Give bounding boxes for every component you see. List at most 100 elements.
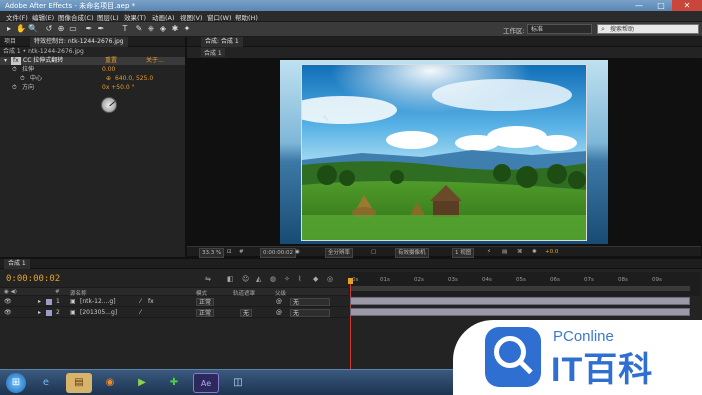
brainstorm-icon[interactable]: ✧ — [284, 275, 290, 283]
tab-project[interactable]: 项目 — [0, 37, 20, 47]
camera-select[interactable]: 有效摄像机 — [395, 248, 429, 258]
expand-icon[interactable]: ▸ — [38, 309, 41, 317]
keyframe-icon[interactable]: ◆ — [313, 275, 318, 283]
media-player-icon[interactable]: ▶ — [132, 373, 152, 393]
security-app-icon[interactable]: ✚ — [164, 373, 184, 393]
stopwatch-icon[interactable]: ⏱ — [20, 75, 25, 83]
layer-mode-select[interactable]: 正常 — [196, 309, 215, 317]
layer-name[interactable]: [201305...g] — [80, 309, 117, 317]
visibility-eye-icon[interactable]: 👁 — [4, 309, 12, 317]
pen-tool-icon[interactable]: ✒ — [84, 24, 94, 34]
help-search-input[interactable]: ⌕ 搜索帮助 — [597, 24, 699, 34]
menu-layer[interactable]: 图层(L) — [97, 12, 119, 22]
column-parent[interactable]: 父级 — [275, 289, 286, 297]
switch-fx-icon[interactable]: fx — [148, 298, 154, 306]
reset-link[interactable]: 重置 — [105, 57, 117, 65]
menu-help[interactable]: 帮助(H) — [235, 12, 258, 22]
resolution-select[interactable]: 全分辨率 — [325, 248, 354, 258]
roto-tool-icon[interactable]: ✱ — [170, 24, 180, 34]
auto-keyframe-icon[interactable]: ◎ — [327, 275, 333, 283]
layer-duration-bar[interactable] — [350, 308, 690, 316]
close-button[interactable]: ✕ — [672, 0, 702, 11]
layer-mode-select[interactable]: 正常 — [196, 298, 215, 306]
maximize-button[interactable]: □ — [650, 0, 672, 11]
prop-value[interactable]: 640.0, 525.0 — [115, 75, 153, 83]
menu-composition[interactable]: 图像合成(C) — [58, 12, 94, 22]
stopwatch-icon[interactable]: ⏱ — [12, 66, 17, 74]
label-color-swatch[interactable] — [46, 310, 52, 316]
stopwatch-icon[interactable]: ⏱ — [12, 84, 17, 92]
minimize-button[interactable]: — — [628, 0, 650, 11]
fit-icon[interactable]: ⊡ — [227, 248, 232, 256]
column-mode[interactable]: 模式 — [196, 289, 207, 297]
switch-shy-icon[interactable]: ⁄ — [140, 298, 141, 306]
after-effects-icon[interactable]: Ae — [193, 373, 219, 393]
layer-row[interactable]: 👁 ▸ 1 ▣ [ntk-12....g] ⁄ fx 正常 @ 无 — [0, 297, 348, 307]
rotate-tool-icon[interactable]: ↺ — [44, 24, 54, 34]
text-tool-icon[interactable]: T — [120, 24, 130, 34]
expand-icon[interactable]: ▾ — [4, 57, 7, 65]
flowchart-icon[interactable]: ⌘ — [517, 248, 523, 256]
menu-window[interactable]: 窗口(W) — [207, 12, 232, 22]
composition-subtab[interactable]: 合成 1 — [201, 48, 225, 57]
layer-parent-select[interactable]: 无 — [290, 298, 330, 306]
zoom-tool-icon[interactable]: 🔍 — [28, 24, 38, 34]
switch-shy-icon[interactable]: ⁄ — [140, 309, 141, 317]
exposure-icon[interactable]: ✺ — [532, 248, 537, 256]
timeline-current-time[interactable]: 0:00:00:02 — [6, 274, 60, 284]
column-trkmat[interactable]: 轨道遮罩 — [233, 289, 255, 297]
layer-name[interactable]: [ntk-12....g] — [80, 298, 116, 306]
layer-trkmat-select[interactable]: 无 — [240, 309, 253, 317]
workspace-select[interactable]: 标准 — [527, 24, 592, 34]
column-source-name[interactable]: 源名称 — [70, 289, 87, 297]
layer-duration-bar[interactable] — [350, 297, 690, 305]
menu-effect[interactable]: 效果(T) — [124, 12, 146, 22]
zoom-select[interactable]: 33.3 % — [199, 248, 225, 258]
timeline-icon[interactable]: ▤ — [502, 248, 507, 256]
composition-viewer[interactable]: ↖ — [187, 58, 701, 246]
firefox-icon[interactable]: ◉ — [100, 373, 120, 393]
graph-editor-icon[interactable]: ⌇ — [298, 275, 301, 283]
angle-dial[interactable] — [101, 97, 117, 113]
parent-pickwhip-icon[interactable]: @ — [276, 298, 282, 306]
current-time-field[interactable]: 0:00:00:02 — [260, 248, 297, 258]
snapshot-icon[interactable]: ◉ — [295, 248, 300, 256]
crosshair-icon[interactable]: ⊕ — [106, 75, 111, 83]
ie-icon[interactable]: e — [36, 373, 56, 393]
window-switcher-icon[interactable]: ◫ — [228, 373, 248, 393]
effect-row[interactable]: ▾ fx CC 拉伸式翻转 重置 关于... — [0, 57, 185, 65]
hand-tool-icon[interactable]: ✋ — [16, 24, 26, 34]
menu-animation[interactable]: 动画(A) — [152, 12, 175, 22]
menu-file[interactable]: 文件(F) — [6, 12, 28, 22]
brush-tool-icon[interactable]: ✎ — [134, 24, 144, 34]
view-layout-select[interactable]: 1 视图 — [452, 248, 475, 258]
roi-icon[interactable]: ▢ — [371, 248, 376, 256]
tab-effect-controls[interactable]: 特效控制台: ntk-1244-2676.jpg — [30, 37, 128, 47]
prop-value[interactable]: 0x +50.0 ° — [102, 84, 135, 92]
motion-blur-icon[interactable]: ◍ — [270, 275, 276, 283]
selection-tool-icon[interactable]: ▸ — [4, 24, 14, 34]
mask-tool-icon[interactable]: ✒ — [96, 24, 106, 34]
label-color-swatch[interactable] — [46, 299, 52, 305]
fast-preview-icon[interactable]: ⚡ — [487, 248, 491, 256]
camera-tool-icon[interactable]: ⊕ — [56, 24, 66, 34]
work-area-bar[interactable] — [350, 286, 690, 291]
start-button[interactable]: ⊞ — [6, 373, 26, 393]
visibility-eye-icon[interactable]: 👁 — [4, 298, 12, 306]
about-link[interactable]: 关于... — [146, 57, 164, 65]
tab-timeline-comp[interactable]: 合成 1 — [4, 259, 30, 269]
puppet-tool-icon[interactable]: ✦ — [182, 24, 192, 34]
parent-pickwhip-icon[interactable]: @ — [276, 309, 282, 317]
layer-row[interactable]: 👁 ▸ 2 ▣ [201305...g] ⁄ 正常 无 @ 无 — [0, 308, 348, 318]
pan-behind-tool-icon[interactable]: ▭ — [68, 24, 78, 34]
exposure-value[interactable]: +0.0 — [545, 248, 558, 256]
comp-mini-flowchart-icon[interactable]: ⇋ — [205, 275, 211, 283]
menu-view[interactable]: 视图(V) — [180, 12, 203, 22]
explorer-icon[interactable]: ▤ — [66, 373, 92, 393]
time-ruler[interactable]: 0s 01s 02s 03s 04s 05s 06s 07s 08s 09s — [350, 272, 700, 296]
menu-edit[interactable]: 编辑(E) — [32, 12, 54, 22]
frame-blend-icon[interactable]: ◭ — [256, 275, 261, 283]
expand-icon[interactable]: ▸ — [38, 298, 41, 306]
clone-tool-icon[interactable]: ⎈ — [146, 24, 156, 34]
prop-value[interactable]: 0.00 — [102, 66, 115, 74]
